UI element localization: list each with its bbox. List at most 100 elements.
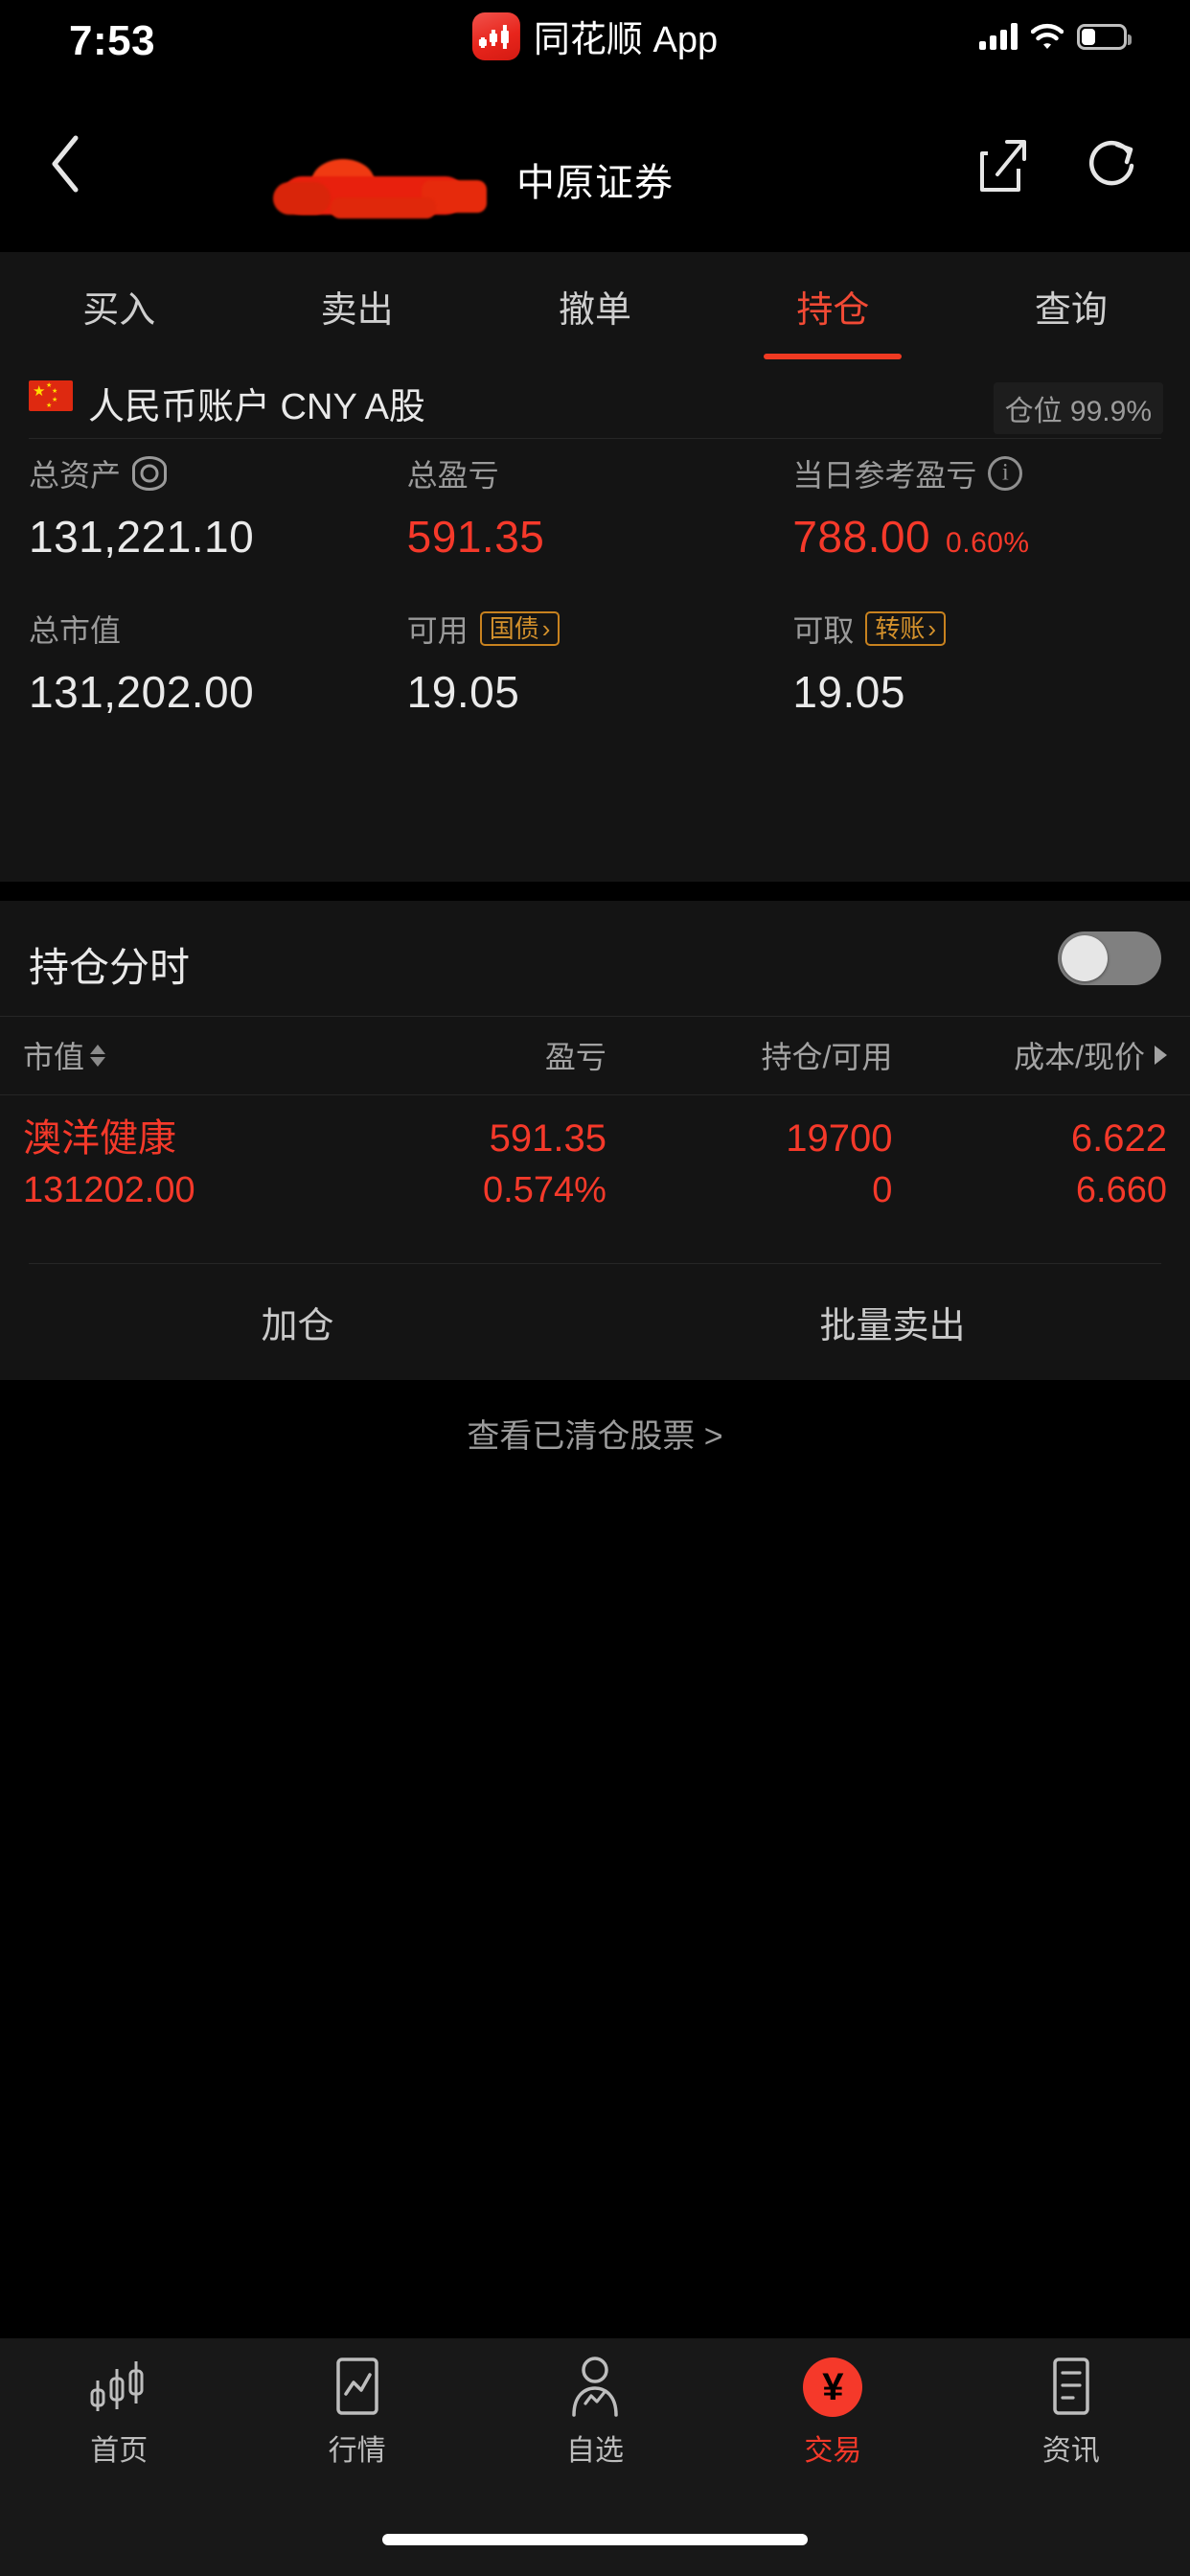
stat-market-value-value: 131,202.00: [29, 667, 255, 717]
nav-bar: 中原证券: [0, 77, 1190, 252]
stat-daily-pnl-label: 当日参考盈亏: [792, 458, 977, 493]
divider: [0, 1094, 1190, 1095]
stock-quantity: 19700: [786, 1117, 893, 1160]
status-app-label: 同花顺 App: [533, 20, 719, 60]
nav-item-trade-label: 交易: [804, 2435, 862, 2467]
redaction-scribble: [273, 157, 487, 218]
stat-available: 可用 国债 › 19.05: [398, 607, 776, 718]
divider: [29, 1263, 1161, 1264]
stock-available: 0: [872, 1170, 893, 1210]
view-cleared-stocks-link[interactable]: 查看已清仓股票 >: [0, 1380, 1190, 1485]
stat-available-label: 可用: [406, 613, 469, 648]
add-position-button[interactable]: 加仓: [0, 1296, 595, 1348]
cell-stock-name-value: 澳洋健康 131202.00: [23, 1112, 320, 1215]
tab-query[interactable]: 查询: [952, 252, 1190, 359]
nav-item-news[interactable]: 资讯: [952, 2338, 1190, 2469]
stat-daily-pnl-percent: 0.60%: [946, 527, 1030, 559]
stock-market-value: 131202.00: [23, 1170, 195, 1210]
status-bar: 7:53 同花顺 App: [0, 0, 1190, 77]
nav-item-news-label: 资讯: [1041, 2435, 1100, 2467]
stat-withdrawable: 可取 转账 › 19.05: [775, 607, 1161, 718]
nav-item-watchlist[interactable]: 自选: [476, 2338, 714, 2469]
stat-available-value: 19.05: [406, 667, 520, 717]
back-chevron-icon[interactable]: [29, 126, 103, 201]
account-name: 人民币账户 CNY A股: [88, 387, 425, 427]
holdings-header: 持仓分时: [0, 901, 1190, 1016]
column-pnl-label: 盈亏: [544, 1040, 606, 1074]
app-screen: 7:53 同花顺 App 中原证券 买入 卖出 撤单 持仓 查询 ★ ★ ★ ★…: [0, 0, 1190, 2576]
cell-qty-available: 19700 0: [606, 1112, 893, 1215]
position-ratio-badge: 仓位 99.9%: [993, 382, 1163, 434]
bond-button-label: 国债: [489, 614, 539, 643]
nav-item-market[interactable]: 行情: [238, 2338, 475, 2469]
news-document-icon: [952, 2354, 1190, 2421]
stock-name: 澳洋健康: [23, 1117, 176, 1160]
tab-sell[interactable]: 卖出: [238, 252, 475, 359]
bottom-nav-bar: 首页 行情 自选 ¥ 交易 资讯: [0, 2338, 1190, 2492]
stat-withdrawable-label: 可取: [792, 613, 855, 648]
table-row[interactable]: 澳洋健康 131202.00 591.35 0.574% 19700 0 6.6…: [0, 1094, 1190, 1238]
column-qty-available[interactable]: 持仓/可用: [606, 1033, 893, 1077]
transfer-button[interactable]: 转账 ›: [865, 611, 947, 646]
candlestick-icon: [0, 2354, 238, 2421]
status-time: 7:53: [69, 17, 156, 64]
account-stats-row-1: 总资产 131,221.10 总盈亏 591.35 当日参考盈亏 i 788.0…: [0, 451, 1190, 563]
view-cleared-stocks-label: 查看已清仓股票 >: [467, 1417, 723, 1455]
sort-arrows-icon[interactable]: [90, 1044, 106, 1067]
batch-sell-button[interactable]: 批量卖出: [595, 1296, 1190, 1348]
tab-positions[interactable]: 持仓: [714, 252, 951, 359]
divider: [0, 1016, 1190, 1017]
battery-icon: [1077, 24, 1132, 50]
trade-tab-strip: 买入 卖出 撤单 持仓 查询: [0, 252, 1190, 359]
page-title: 中原证券: [516, 162, 674, 204]
tab-buy[interactable]: 买入: [0, 252, 238, 359]
column-market-value-label: 市值: [23, 1040, 85, 1074]
nav-item-home[interactable]: 首页: [0, 2338, 238, 2469]
share-icon[interactable]: [966, 126, 1042, 203]
bond-button[interactable]: 国债 ›: [479, 611, 561, 646]
nav-actions: [966, 126, 1154, 203]
account-header[interactable]: ★ ★ ★ ★ ★ 人民币账户 CNY A股 仓位 99.9%: [0, 359, 1190, 439]
holdings-actions: 加仓 批量卖出: [0, 1263, 1190, 1380]
home-indicator[interactable]: [382, 2534, 808, 2545]
cell-pnl: 591.35 0.574%: [320, 1112, 606, 1215]
nav-item-trade[interactable]: ¥ 交易: [714, 2338, 951, 2469]
ths-app-icon: [471, 12, 520, 60]
nav-item-market-label: 行情: [328, 2435, 386, 2467]
stock-profit: 591.35: [489, 1117, 606, 1160]
info-icon[interactable]: [988, 456, 1023, 491]
holdings-column-header: 市值 盈亏 持仓/可用 成本/现价: [0, 1016, 1190, 1094]
stat-daily-pnl: 当日参考盈亏 788.00 0.60%: [775, 451, 1161, 563]
refresh-icon[interactable]: [1077, 126, 1154, 203]
stat-daily-pnl-value-group: 788.00 0.60%: [792, 511, 1161, 563]
nav-item-home-label: 首页: [90, 2435, 149, 2467]
toggle-switch-off[interactable]: [1058, 932, 1161, 985]
stat-total-assets[interactable]: 总资产 131,221.10: [29, 451, 398, 563]
column-qty-available-label: 持仓/可用: [761, 1040, 893, 1074]
stock-cost: 6.622: [1070, 1117, 1167, 1160]
wifi-icon: [1030, 23, 1064, 50]
holdings-panel: 持仓分时 市值 盈亏 持仓/可用 成本/现价 澳洋健康 131202.00 59…: [0, 901, 1190, 1380]
tab-cancel-order[interactable]: 撤单: [476, 252, 714, 359]
caret-right-icon[interactable]: [1154, 1046, 1167, 1065]
column-pnl[interactable]: 盈亏: [320, 1033, 606, 1077]
cellular-signal-icon: [979, 23, 1018, 50]
section-gap: [0, 882, 1190, 901]
stat-total-pnl-label: 总盈亏: [406, 458, 499, 493]
column-cost-price[interactable]: 成本/现价: [892, 1033, 1167, 1077]
chevron-right-icon: ›: [927, 614, 937, 643]
stat-withdrawable-value: 19.05: [792, 667, 905, 717]
stat-market-value: 总市值 131,202.00: [29, 607, 398, 718]
cell-cost-price: 6.622 6.660: [892, 1112, 1167, 1215]
batch-sell-button-label: 批量卖出: [819, 1305, 966, 1346]
transfer-button-label: 转账: [875, 614, 926, 643]
market-chart-icon: [238, 2354, 475, 2421]
column-market-value[interactable]: 市值: [23, 1033, 320, 1077]
account-stats-row-2: 总市值 131,202.00 可用 国债 › 19.05 可取 转账 › 19.…: [0, 607, 1190, 718]
stat-total-assets-value: 131,221.10: [29, 512, 255, 562]
column-cost-price-label: 成本/现价: [1014, 1040, 1145, 1074]
status-app-indicator[interactable]: 同花顺 App: [471, 10, 719, 62]
trade-yen-icon: ¥: [714, 2354, 951, 2421]
chevron-right-icon: ›: [541, 614, 551, 643]
eye-icon[interactable]: [132, 456, 168, 491]
